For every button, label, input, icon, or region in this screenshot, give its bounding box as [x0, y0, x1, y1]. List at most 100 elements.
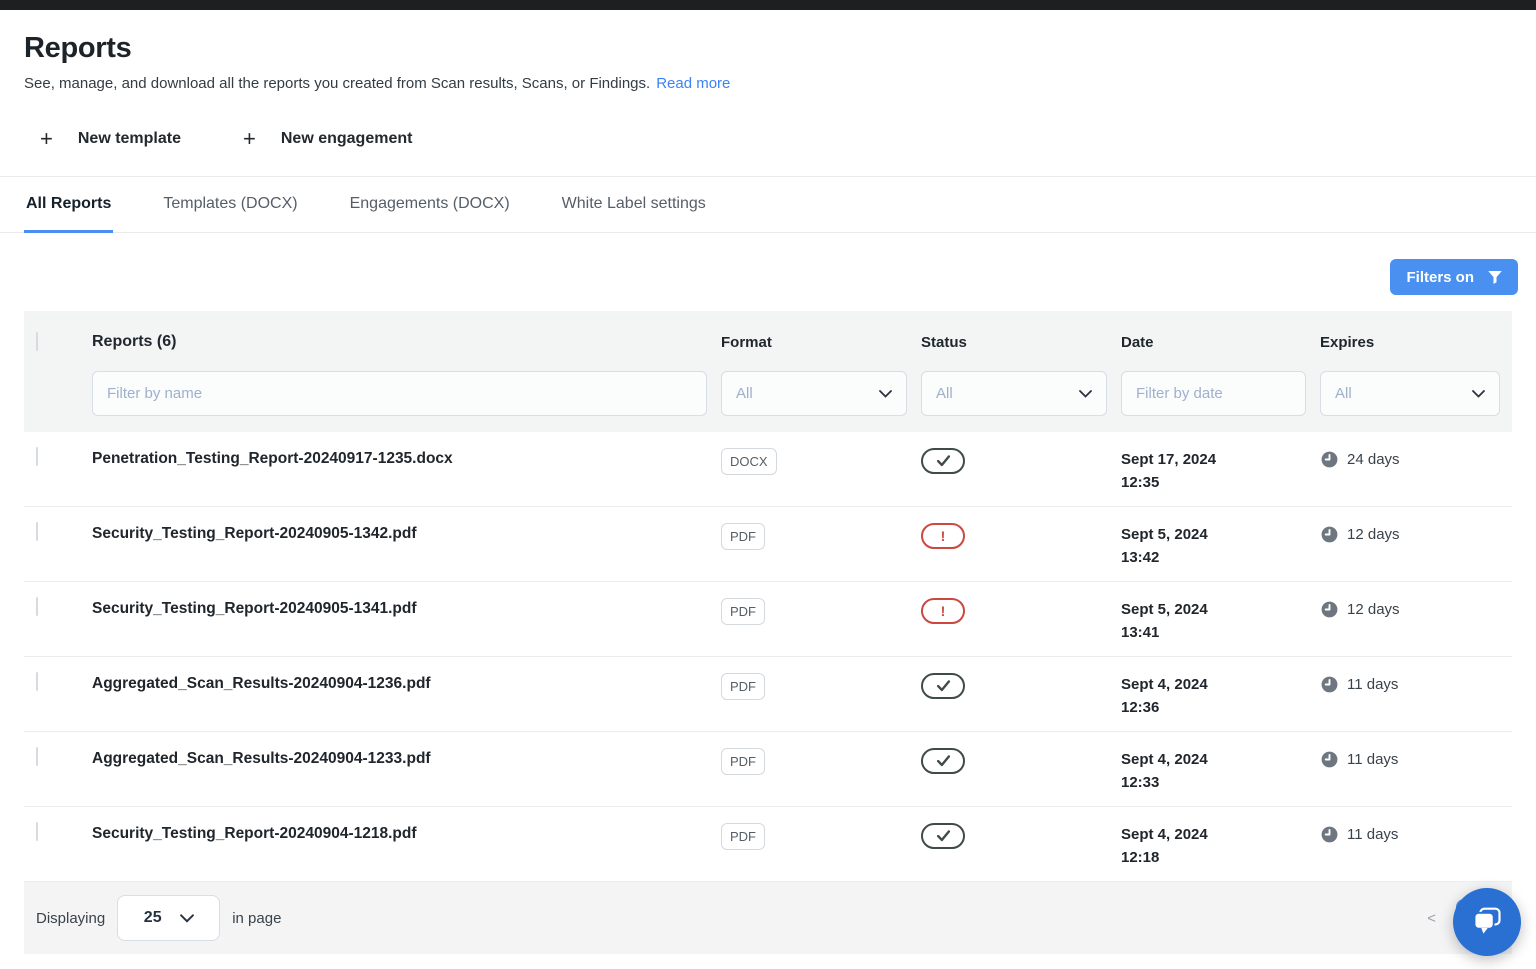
clock-icon: [1320, 450, 1339, 469]
expires-text: 11 days: [1347, 751, 1398, 768]
new-template-button[interactable]: +New template: [40, 128, 181, 150]
top-bar: [0, 0, 1536, 10]
table-row[interactable]: Aggregated_Scan_Results-20240904-1236.pd…: [24, 657, 1512, 732]
page-subtitle: See, manage, and download all the report…: [24, 75, 650, 92]
clock-icon: [1320, 750, 1339, 769]
column-status: Status: [921, 334, 1121, 351]
report-date: Sept 4, 2024: [1121, 823, 1320, 846]
report-time: 12:33: [1121, 771, 1320, 794]
row-checkbox[interactable]: [36, 747, 38, 766]
format-badge: PDF: [721, 748, 765, 775]
expires-text: 11 days: [1347, 676, 1398, 693]
format-filter-select[interactable]: All: [721, 371, 907, 416]
name-filter-input[interactable]: [92, 371, 707, 416]
format-badge: PDF: [721, 673, 765, 700]
tab-bar: All Reports Templates (DOCX) Engagements (…: [0, 176, 1536, 233]
report-time: 12:36: [1121, 696, 1320, 719]
report-name[interactable]: Aggregated_Scan_Results-20240904-1233.pd…: [92, 748, 721, 768]
chat-bubbles-icon: [1467, 902, 1507, 942]
report-name[interactable]: Security_Testing_Report-20240904-1218.pd…: [92, 823, 721, 843]
in-page-label: in page: [232, 910, 281, 927]
report-time: 12:35: [1121, 471, 1320, 494]
page-header: Reports See, manage, and download all th…: [0, 10, 1536, 176]
page-title: Reports: [24, 32, 1512, 65]
report-name[interactable]: Security_Testing_Report-20240905-1342.pd…: [92, 523, 721, 543]
report-date: Sept 17, 2024: [1121, 448, 1320, 471]
expires-text: 11 days: [1347, 826, 1398, 843]
column-date: Date: [1121, 334, 1320, 351]
read-more-link[interactable]: Read more: [656, 75, 730, 92]
report-date: Sept 4, 2024: [1121, 748, 1320, 771]
row-checkbox[interactable]: [36, 672, 38, 691]
report-time: 13:41: [1121, 621, 1320, 644]
column-format: Format: [721, 334, 921, 351]
expires-filter-select[interactable]: All: [1320, 371, 1500, 416]
new-engagement-label: New engagement: [281, 130, 413, 148]
expires-text: 12 days: [1347, 526, 1400, 543]
table-row[interactable]: Security_Testing_Report-20240905-1341.pd…: [24, 582, 1512, 657]
report-time: 13:42: [1121, 546, 1320, 569]
row-checkbox[interactable]: [36, 597, 38, 616]
report-name[interactable]: Security_Testing_Report-20240905-1341.pd…: [92, 598, 721, 618]
filters-on-button[interactable]: Filters on: [1390, 259, 1518, 295]
status-error-icon: !: [921, 523, 965, 549]
report-name[interactable]: Penetration_Testing_Report-20240917-1235…: [92, 448, 721, 468]
format-badge: PDF: [721, 823, 765, 850]
page-size-select[interactable]: 25: [117, 895, 220, 941]
format-badge: PDF: [721, 598, 765, 625]
table-header: Reports (6) Format Status Date Expires A…: [24, 311, 1512, 432]
row-checkbox[interactable]: [36, 447, 38, 466]
chevron-down-icon: [1472, 385, 1485, 402]
tab-templates-docx-[interactable]: Templates (DOCX): [161, 177, 299, 233]
report-date: Sept 5, 2024: [1121, 598, 1320, 621]
column-expires: Expires: [1320, 334, 1506, 351]
chevron-down-icon: [879, 385, 892, 402]
filters-row: Filters on: [0, 233, 1536, 311]
status-success-icon: [921, 748, 965, 774]
clock-icon: [1320, 675, 1339, 694]
chevron-down-icon: [1079, 385, 1092, 402]
filter-funnel-icon: [1486, 268, 1504, 286]
reports-table: Reports (6) Format Status Date Expires A…: [24, 311, 1512, 882]
status-success-icon: [921, 823, 965, 849]
row-checkbox[interactable]: [36, 522, 38, 541]
status-filter-select[interactable]: All: [921, 371, 1107, 416]
status-success-icon: [921, 673, 965, 699]
table-row[interactable]: Penetration_Testing_Report-20240917-1235…: [24, 432, 1512, 507]
select-all-checkbox[interactable]: [36, 332, 38, 351]
status-filter-value: All: [936, 385, 953, 402]
header-actions: +New template +New engagement: [40, 128, 1512, 176]
table-body: Penetration_Testing_Report-20240917-1235…: [24, 432, 1512, 882]
page-size-value: 25: [144, 909, 162, 927]
table-title: Reports (6): [92, 333, 721, 351]
table-row[interactable]: Security_Testing_Report-20240904-1218.pd…: [24, 807, 1512, 882]
expires-text: 24 days: [1347, 451, 1400, 468]
table-row[interactable]: Aggregated_Scan_Results-20240904-1233.pd…: [24, 732, 1512, 807]
format-badge: PDF: [721, 523, 765, 550]
report-date: Sept 4, 2024: [1121, 673, 1320, 696]
tab-engagements-docx-[interactable]: Engagements (DOCX): [348, 177, 512, 233]
report-name[interactable]: Aggregated_Scan_Results-20240904-1236.pd…: [92, 673, 721, 693]
expires-text: 12 days: [1347, 601, 1400, 618]
format-filter-value: All: [736, 385, 753, 402]
status-error-icon: !: [921, 598, 965, 624]
row-checkbox[interactable]: [36, 822, 38, 841]
chevron-down-icon: [180, 914, 194, 923]
pagination-bar: Displaying 25 in page < 1: [24, 882, 1512, 954]
prev-page-button[interactable]: <: [1427, 910, 1436, 927]
filters-on-label: Filters on: [1406, 269, 1474, 286]
report-date: Sept 5, 2024: [1121, 523, 1320, 546]
tab-all-reports[interactable]: All Reports: [24, 177, 113, 233]
chat-widget-button[interactable]: [1453, 888, 1521, 956]
new-engagement-button[interactable]: +New engagement: [243, 128, 412, 150]
status-success-icon: [921, 448, 965, 474]
expires-filter-value: All: [1335, 385, 1352, 402]
clock-icon: [1320, 525, 1339, 544]
clock-icon: [1320, 825, 1339, 844]
table-row[interactable]: Security_Testing_Report-20240905-1342.pd…: [24, 507, 1512, 582]
clock-icon: [1320, 600, 1339, 619]
report-time: 12:18: [1121, 846, 1320, 869]
new-template-label: New template: [78, 130, 181, 148]
tab-white-label-settings[interactable]: White Label settings: [560, 177, 708, 233]
date-filter-input[interactable]: [1121, 371, 1306, 416]
